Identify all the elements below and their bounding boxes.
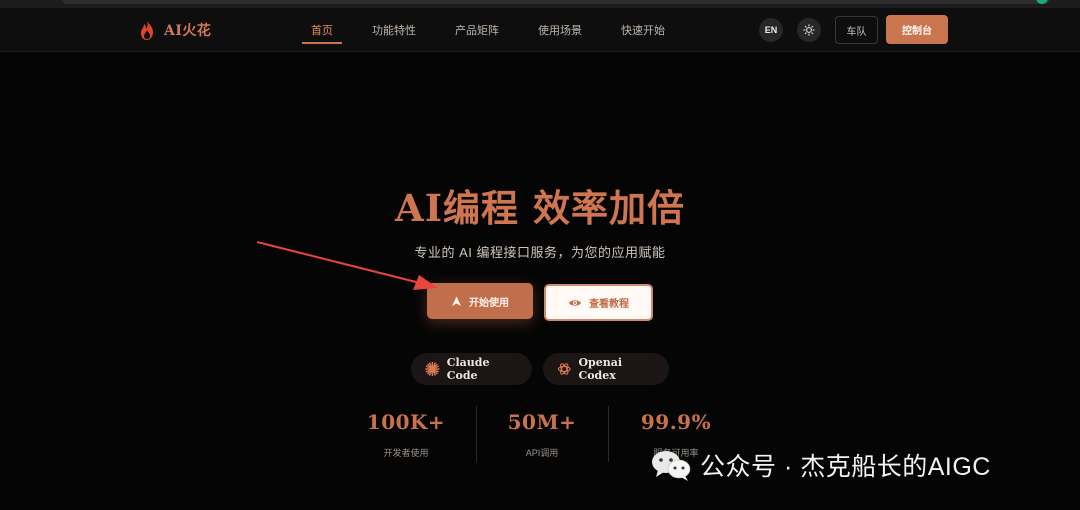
browser-chrome — [0, 0, 1080, 8]
stat-divider — [608, 406, 609, 462]
flame-icon — [141, 20, 153, 40]
stat-value: 50M+ — [507, 410, 577, 434]
nav-link-products[interactable]: 产品矩阵 — [455, 8, 499, 52]
wechat-icon — [652, 451, 691, 481]
brand-name: AI火花 — [164, 23, 212, 39]
nav-link-label: 首页 — [311, 25, 333, 37]
watermark: 公众号 · 杰克船长的AIGC — [650, 445, 991, 485]
view-tutorial-button[interactable]: 查看教程 — [544, 284, 653, 321]
nav-link-scenarios[interactable]: 使用场景 — [538, 8, 582, 52]
brand-logo[interactable]: AI火花 — [138, 18, 211, 42]
hero-subtitle: 专业的 AI 编程接口服务，为您的应用赋能 — [414, 245, 666, 260]
product-label: Openai Codex — [578, 356, 623, 382]
team-button[interactable]: 车队 — [835, 16, 878, 44]
eye-icon — [569, 299, 581, 306]
product-label: Claude Code — [446, 356, 490, 382]
top-navbar: AI火花 首页 功能特性 产品矩阵 使用场景 快速开始 EN 车队 控制台 — [0, 8, 1080, 52]
openai-knot-icon — [557, 363, 571, 375]
stat-value: 100K+ — [366, 410, 446, 434]
stat-developers: 100K+ 开发者使用 — [356, 410, 456, 459]
console-button[interactable]: 控制台 — [886, 15, 948, 44]
nav-link-features[interactable]: 功能特性 — [372, 8, 416, 52]
theme-toggle-button[interactable] — [797, 18, 821, 42]
product-pill-claude-code[interactable]: Claude Code — [411, 353, 532, 385]
view-tutorial-label: 查看教程 — [589, 299, 629, 310]
stat-api-calls: 50M+ API调用 — [492, 410, 592, 459]
nav-link-home[interactable]: 首页 — [302, 8, 342, 52]
stat-label: API调用 — [525, 448, 559, 458]
product-pill-openai-codex[interactable]: Openai Codex — [543, 353, 669, 385]
claude-spark-icon — [425, 361, 440, 377]
stat-label: 开发者使用 — [383, 448, 429, 458]
browser-address-bar[interactable] — [62, 0, 1050, 4]
nav-link-label: 使用场景 — [538, 25, 582, 37]
nav-link-quickstart[interactable]: 快速开始 — [621, 8, 665, 52]
watermark-text: 公众号 · 杰克船长的AIGC — [700, 453, 991, 481]
rocket-icon — [452, 296, 461, 306]
stat-divider — [476, 406, 477, 462]
nav-link-label: 快速开始 — [621, 25, 665, 37]
get-started-label: 开始使用 — [469, 297, 509, 309]
stat-value: 99.9% — [640, 410, 712, 434]
sun-icon — [803, 24, 815, 36]
main-nav: 首页 功能特性 产品矩阵 使用场景 快速开始 — [302, 8, 704, 52]
nav-link-label: 产品矩阵 — [455, 25, 499, 37]
language-label: EN — [764, 25, 778, 35]
hero-title: AI编程 效率加倍 — [395, 186, 685, 230]
nav-link-label: 功能特性 — [372, 25, 416, 37]
get-started-button[interactable]: 开始使用 — [427, 283, 533, 319]
language-toggle-button[interactable]: EN — [759, 18, 783, 42]
